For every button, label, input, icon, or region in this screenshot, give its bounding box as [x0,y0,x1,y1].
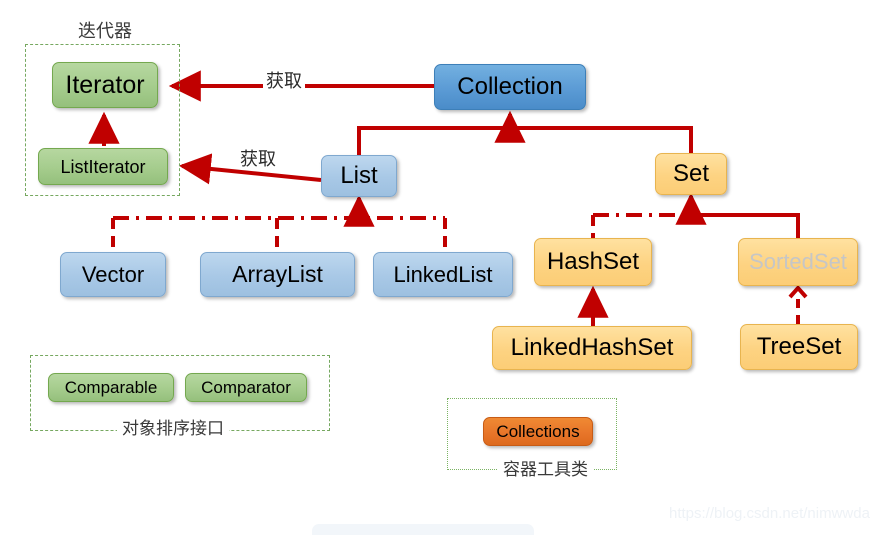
collection-framework-diagram: Iterator (long horizontal arrow pointing… [0,0,890,535]
node-hashset[interactable]: HashSet [534,238,652,286]
edge-treeset-arrowhead [788,284,808,299]
node-linkedhashset[interactable]: LinkedHashSet [492,326,692,370]
node-treeset[interactable]: TreeSet [740,324,858,370]
edge-sortedset-to-set [691,213,800,238]
watermark-text: https://blog.csdn.net/nimwwda [669,505,870,522]
edge-label-get-listiterator: 获取 [237,150,279,168]
node-list[interactable]: List [321,155,397,197]
edge-set-to-collection [510,126,693,153]
node-linkedlist[interactable]: LinkedList [373,252,513,297]
node-comparator[interactable]: Comparator [185,373,307,402]
group-label-iterator: 迭代器 [73,22,137,40]
node-set[interactable]: Set [655,153,727,195]
node-listiterator[interactable]: ListIterator [38,148,168,185]
clipped-shape-artifact [312,524,534,535]
node-collections[interactable]: Collections [483,417,593,446]
group-label-sorting: 对象排序接口 [117,420,229,437]
node-vector[interactable]: Vector [60,252,166,297]
node-comparable[interactable]: Comparable [48,373,174,402]
edge-list-to-collection [357,126,510,155]
group-label-utility: 容器工具类 [498,461,593,478]
clipped-heading-artifact [190,0,194,16]
node-collection[interactable]: Collection [434,64,586,110]
node-iterator[interactable]: Iterator [52,62,158,108]
node-sortedset[interactable]: SortedSet [738,238,858,286]
node-arraylist[interactable]: ArrayList [200,252,355,297]
edge-label-get-iterator: 获取 [263,72,305,90]
